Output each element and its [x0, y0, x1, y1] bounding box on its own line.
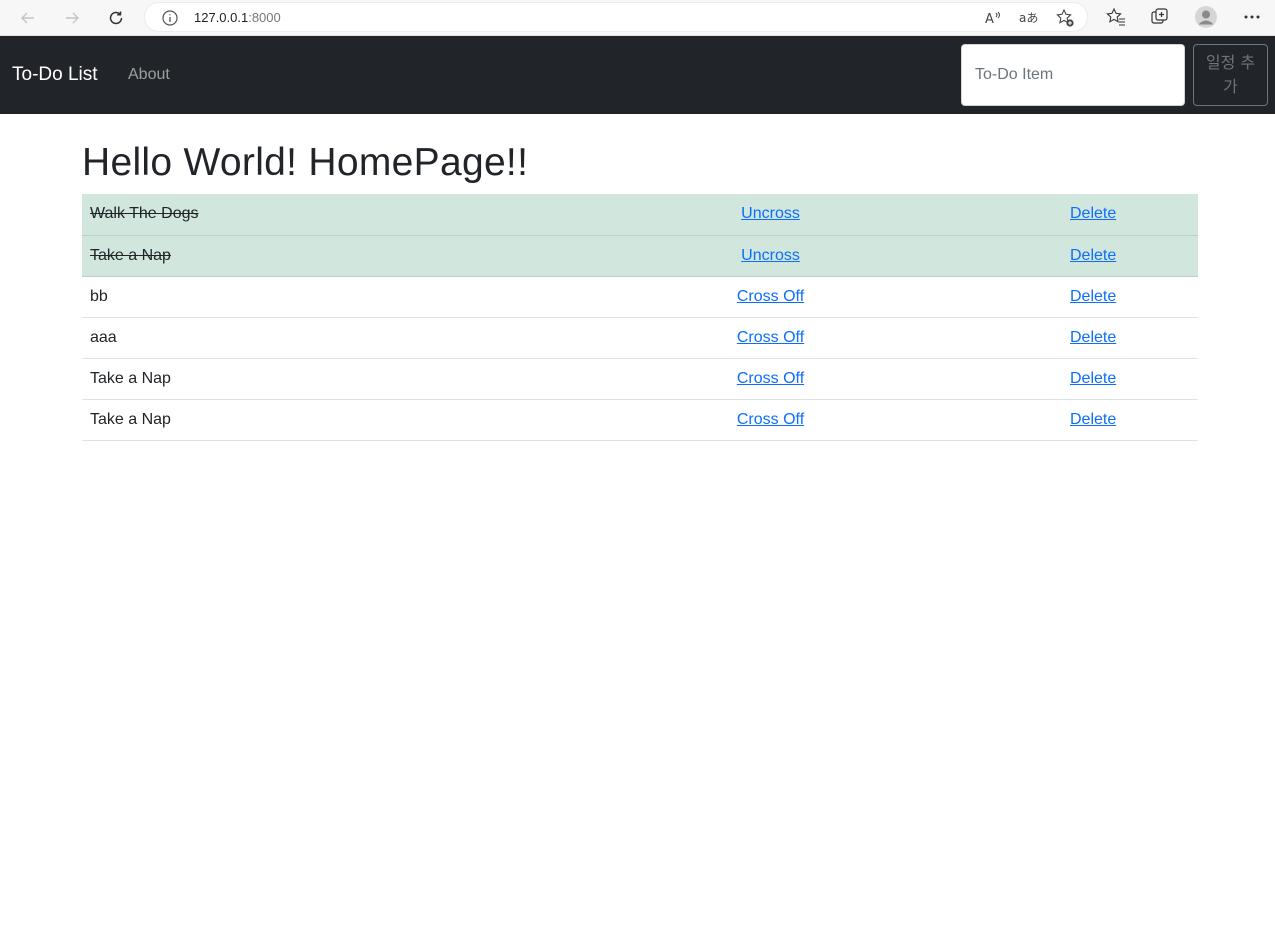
todo-item-cell: aaa: [82, 317, 613, 358]
toggle-cell: Cross Off: [613, 276, 928, 317]
toggle-cell: Cross Off: [613, 317, 928, 358]
todo-item-text: Walk The Dogs: [90, 205, 199, 223]
table-row: Take a Nap Uncross Delete: [82, 235, 1198, 276]
cross-off-link[interactable]: Cross Off: [737, 411, 804, 428]
add-todo-button[interactable]: 일정 추가: [1193, 44, 1268, 106]
info-icon[interactable]: [161, 9, 179, 27]
delete-link[interactable]: Delete: [1070, 205, 1116, 222]
table-row: aaa Cross Off Delete: [82, 317, 1198, 358]
favorites-icon[interactable]: [1104, 5, 1128, 29]
todo-item-text: Take a Nap: [90, 246, 171, 264]
delete-cell: Delete: [928, 235, 1198, 276]
profile-icon[interactable]: [1194, 5, 1218, 29]
delete-cell: Delete: [928, 276, 1198, 317]
table-row: Walk The Dogs Uncross Delete: [82, 194, 1198, 235]
delete-link[interactable]: Delete: [1070, 247, 1116, 264]
arrow-left-icon[interactable]: [14, 4, 42, 32]
read-aloud-icon[interactable]: A: [983, 8, 1003, 28]
arrow-right-icon[interactable]: [58, 4, 86, 32]
todo-table: Walk The Dogs Uncross Delete Take a Nap …: [82, 194, 1198, 441]
cross-off-link[interactable]: Cross Off: [737, 329, 804, 346]
table-row: Take a Nap Cross Off Delete: [82, 399, 1198, 440]
delete-cell: Delete: [928, 317, 1198, 358]
todo-item-input[interactable]: [961, 44, 1185, 106]
more-icon[interactable]: [1240, 5, 1264, 29]
todo-item-cell: bb: [82, 276, 613, 317]
delete-cell: Delete: [928, 399, 1198, 440]
toggle-cell: Uncross: [613, 194, 928, 235]
delete-link[interactable]: Delete: [1070, 370, 1116, 387]
delete-link[interactable]: Delete: [1070, 329, 1116, 346]
url-text[interactable]: 127.0.0.1:8000: [194, 10, 281, 25]
navbar-brand[interactable]: To-Do List: [12, 64, 98, 86]
address-bar[interactable]: 127.0.0.1:8000 A aあ: [144, 2, 1088, 32]
delete-link[interactable]: Delete: [1070, 411, 1116, 428]
toggle-cell: Uncross: [613, 235, 928, 276]
todo-item-cell: Take a Nap: [82, 235, 613, 276]
translate-icon[interactable]: aあ: [1019, 8, 1039, 28]
table-row: Take a Nap Cross Off Delete: [82, 358, 1198, 399]
uncross-link[interactable]: Uncross: [741, 205, 800, 222]
toggle-cell: Cross Off: [613, 399, 928, 440]
todo-item-text: bb: [90, 287, 108, 305]
nav-link-about[interactable]: About: [128, 66, 170, 84]
svg-text:aあ: aあ: [1019, 11, 1038, 25]
delete-cell: Delete: [928, 194, 1198, 235]
navbar: To-Do List About 일정 추가: [0, 36, 1275, 114]
todo-item-text: aaa: [90, 328, 117, 346]
todo-item-text: Take a Nap: [90, 410, 171, 428]
todo-item-cell: Take a Nap: [82, 399, 613, 440]
svg-text:A: A: [985, 12, 994, 26]
uncross-link[interactable]: Uncross: [741, 247, 800, 264]
cross-off-link[interactable]: Cross Off: [737, 370, 804, 387]
cross-off-link[interactable]: Cross Off: [737, 288, 804, 305]
delete-cell: Delete: [928, 358, 1198, 399]
page-title: Hello World! HomePage!!: [82, 141, 529, 184]
browser-toolbar: 127.0.0.1:8000 A aあ: [0, 0, 1275, 36]
toggle-cell: Cross Off: [613, 358, 928, 399]
table-row: bb Cross Off Delete: [82, 276, 1198, 317]
todo-item-cell: Walk The Dogs: [82, 194, 613, 235]
refresh-icon[interactable]: [102, 4, 130, 32]
todo-item-text: Take a Nap: [90, 369, 171, 387]
star-plus-icon[interactable]: [1055, 8, 1075, 28]
todo-item-cell: Take a Nap: [82, 358, 613, 399]
delete-link[interactable]: Delete: [1070, 288, 1116, 305]
collections-icon[interactable]: [1148, 5, 1172, 29]
